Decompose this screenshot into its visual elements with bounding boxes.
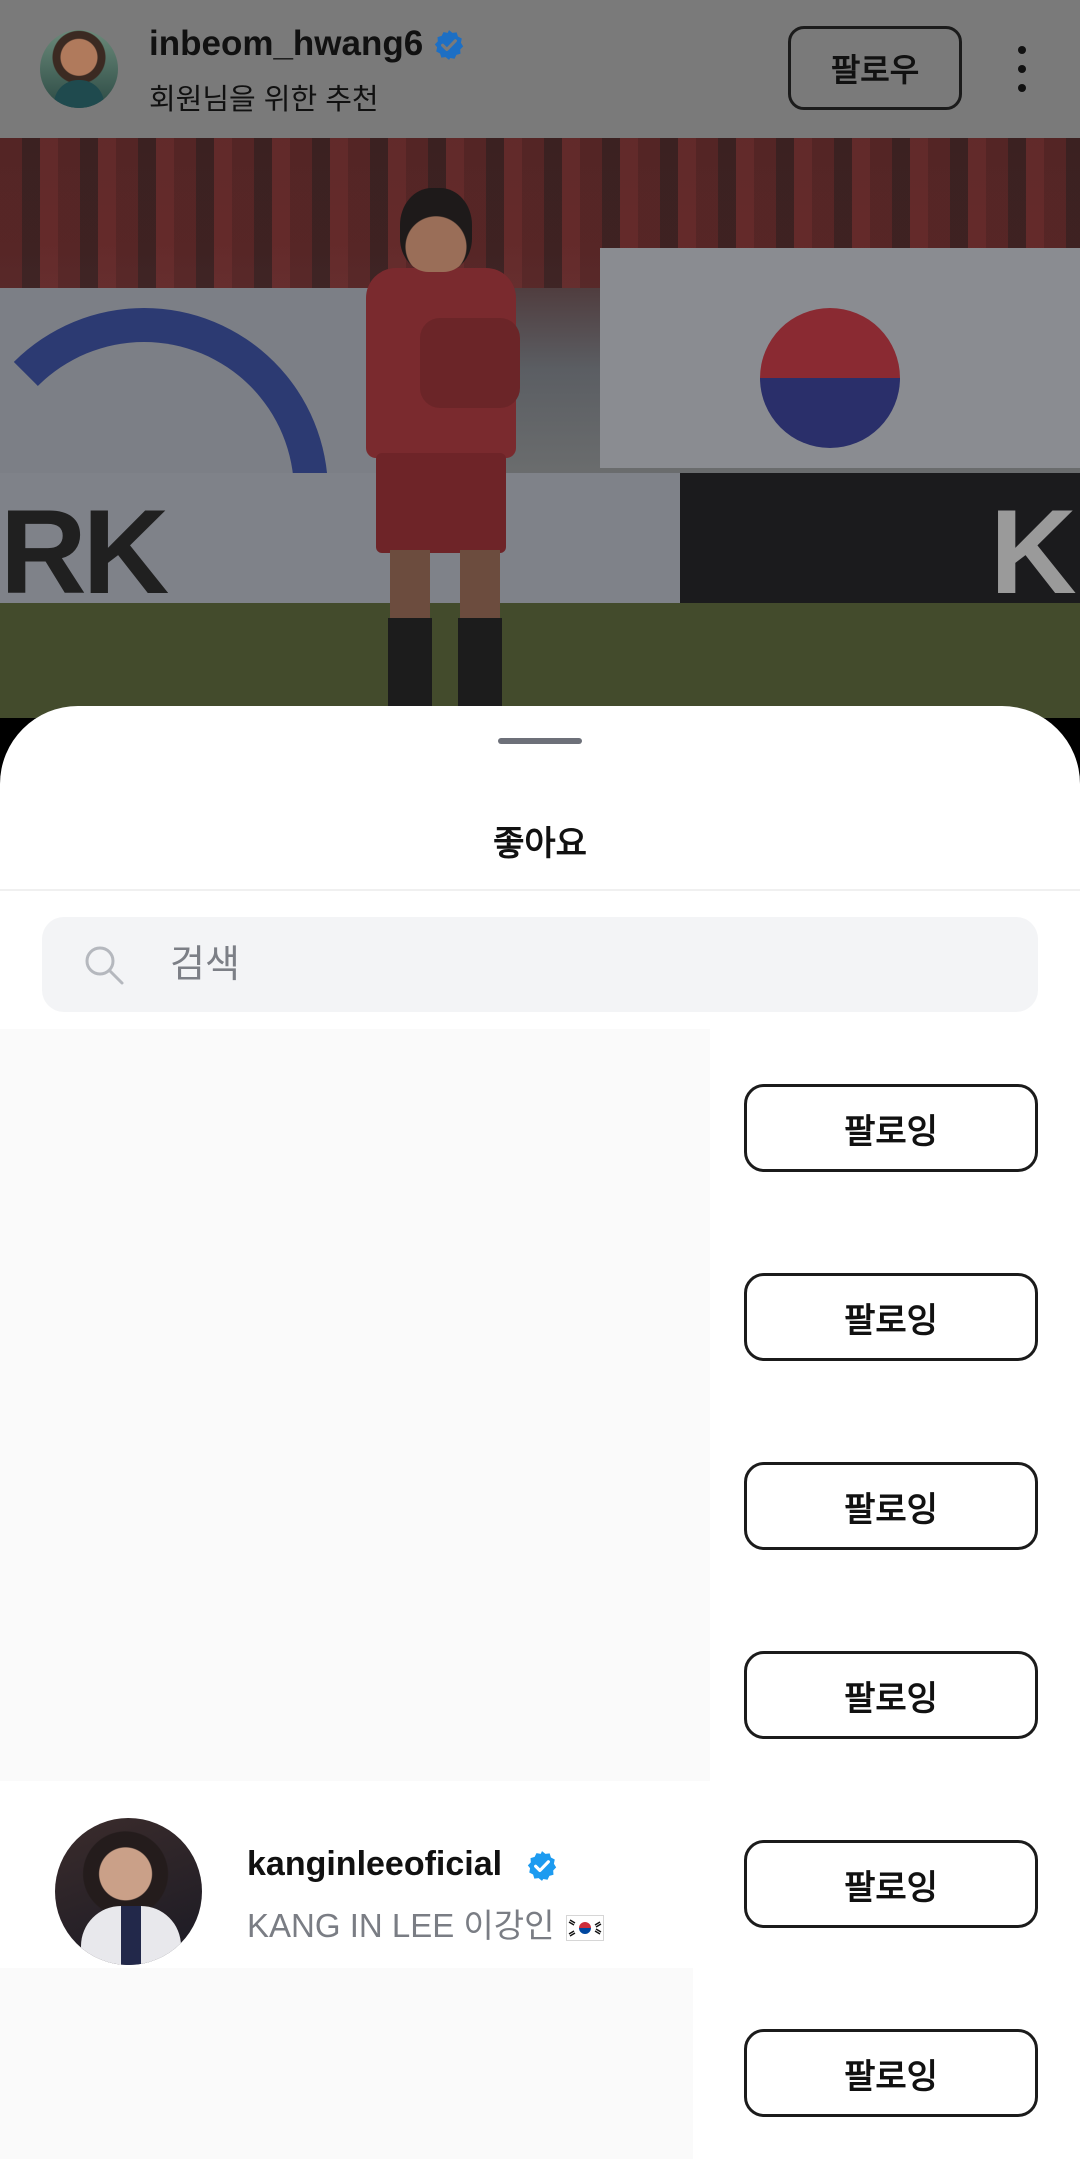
sheet-title: 좋아요 [493, 825, 587, 863]
verified-badge-icon [434, 30, 464, 60]
post-username[interactable]: inbeom_hwang6 [149, 24, 423, 64]
ad-board-text-right: K [990, 485, 1077, 619]
following-button[interactable]: 팔로잉 [744, 2029, 1038, 2117]
flag-banner [600, 248, 1080, 468]
likes-sheet: 좋아요 팔로잉 팔로잉 팔로잉 팔로잉 kanginleeoficial [0, 706, 1080, 2159]
list-item[interactable]: kanginleeoficial KANG IN LEE 이강인 팔로잉 [0, 1785, 1080, 1974]
search-icon [85, 946, 124, 985]
following-button[interactable]: 팔로잉 [744, 1462, 1038, 1550]
player-figure [360, 188, 560, 718]
full-name: KANG IN LEE 이강인 [247, 1899, 604, 1947]
banner [0, 288, 380, 676]
list-item[interactable]: 팔로잉 [0, 1029, 1080, 1218]
full-name-text: KANG IN LEE 이강인 [247, 1907, 555, 1944]
list-item[interactable]: 팔로잉 [0, 1218, 1080, 1407]
more-options-icon[interactable] [1010, 46, 1034, 92]
divider [0, 889, 1080, 891]
list-item[interactable]: 팔로잉 [0, 1596, 1080, 1785]
following-button[interactable]: 팔로잉 [744, 1651, 1038, 1739]
post-header: inbeom_hwang6 회원님을 위한 추천 팔로우 [0, 0, 1080, 138]
post-subtitle: 회원님을 위한 추천 [149, 84, 379, 116]
avatar[interactable] [55, 1818, 202, 1965]
search-bar[interactable] [42, 917, 1038, 1014]
username[interactable]: kanginleeoficial [247, 1845, 502, 1884]
ad-board-text: RK [0, 485, 169, 619]
following-button[interactable]: 팔로잉 [744, 1840, 1038, 1928]
following-button[interactable]: 팔로잉 [744, 1273, 1038, 1361]
list-item[interactable]: 팔로잉 [0, 1407, 1080, 1596]
post-image: RK K [0, 138, 1080, 718]
screen: inbeom_hwang6 회원님을 위한 추천 팔로우 RK K 좋아요 검색… [0, 0, 1080, 2159]
list-item[interactable]: 팔로잉 [0, 1974, 1080, 2159]
follow-button[interactable]: 팔로우 [788, 26, 962, 110]
following-button[interactable]: 팔로잉 [744, 1084, 1038, 1172]
drag-handle[interactable] [498, 738, 582, 744]
south-korea-flag-icon [565, 1915, 604, 1942]
verified-badge-icon [527, 1851, 557, 1881]
avatar[interactable] [40, 30, 118, 108]
search-input[interactable] [168, 917, 992, 1014]
